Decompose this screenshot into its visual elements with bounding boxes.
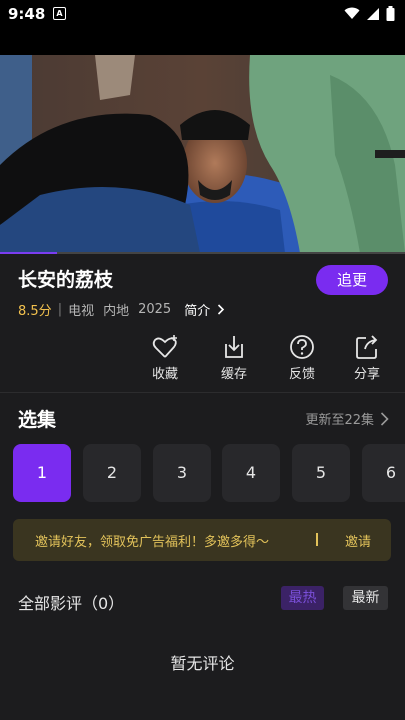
empty-reviews-text: 暂无评论 bbox=[170, 654, 235, 673]
show-meta: 8.5分 | 电视 内地 2025 简介 bbox=[18, 300, 225, 319]
favorite-button[interactable]: 收藏 bbox=[143, 334, 187, 382]
invite-banner-text: 邀请好友，领取免广告福利！多邀多得～ bbox=[35, 535, 270, 550]
show-score: 8.5分 bbox=[18, 304, 52, 319]
wifi-icon bbox=[344, 7, 360, 19]
download-icon bbox=[225, 336, 243, 358]
show-year: 2025 bbox=[138, 302, 172, 317]
episode-5-button[interactable]: 5 bbox=[292, 444, 350, 502]
section-divider bbox=[0, 392, 405, 393]
playback-progress-bar[interactable] bbox=[0, 252, 405, 254]
question-icon bbox=[290, 335, 314, 359]
show-genre: 电视 bbox=[68, 304, 95, 319]
sort-new-button[interactable]: 最新 bbox=[343, 586, 388, 610]
feedback-label: 反馈 bbox=[288, 367, 315, 382]
video-player[interactable] bbox=[0, 28, 405, 254]
share-label: 分享 bbox=[353, 367, 380, 382]
episode-1-button[interactable]: 1 bbox=[13, 444, 71, 502]
episode-3-button[interactable]: 3 bbox=[153, 444, 211, 502]
feedback-button[interactable]: 反馈 bbox=[280, 334, 324, 382]
chevron-right-icon bbox=[218, 304, 225, 315]
share-icon bbox=[356, 335, 378, 359]
action-bar: 收藏 缓存 反馈 分享 bbox=[140, 334, 400, 382]
sort-hot-button[interactable]: 最热 bbox=[281, 586, 324, 610]
download-label: 缓存 bbox=[220, 367, 247, 382]
update-info-label: 更新至22集 bbox=[305, 413, 374, 428]
signal-icon bbox=[367, 7, 379, 20]
chevron-right-icon bbox=[380, 411, 389, 426]
episode-2-button[interactable]: 2 bbox=[83, 444, 141, 502]
episode-list: 1 2 3 4 5 6 bbox=[13, 444, 405, 502]
heart-plus-icon bbox=[152, 335, 177, 358]
battery-icon bbox=[386, 6, 395, 21]
favorite-label: 收藏 bbox=[151, 367, 178, 382]
system-icons bbox=[344, 6, 395, 21]
intro-link[interactable]: 简介 bbox=[184, 300, 225, 319]
reviews-title: 全部影评（0） bbox=[18, 594, 125, 613]
status-bar: 9:48 A bbox=[0, 0, 405, 28]
status-time: 9:48 bbox=[8, 5, 46, 23]
video-still-image bbox=[0, 55, 405, 253]
episode-4-button[interactable]: 4 bbox=[222, 444, 280, 502]
download-button[interactable]: 缓存 bbox=[212, 334, 256, 382]
notification-icon: A bbox=[53, 7, 66, 20]
show-region: 内地 bbox=[103, 304, 130, 319]
episode-6-button[interactable]: 6 bbox=[362, 444, 405, 502]
show-title: 长安的荔枝 bbox=[18, 269, 114, 291]
banner-divider bbox=[316, 533, 318, 546]
share-button[interactable]: 分享 bbox=[345, 334, 389, 382]
episodes-update-link[interactable]: 更新至22集 bbox=[305, 409, 389, 428]
invite-button[interactable]: 邀请 bbox=[345, 531, 371, 550]
meta-separator: | bbox=[57, 302, 63, 317]
playback-progress-fill bbox=[0, 252, 57, 254]
invite-banner[interactable]: 邀请好友，领取免广告福利！多邀多得～ 邀请 bbox=[13, 519, 391, 561]
intro-label: 简介 bbox=[184, 304, 211, 319]
video-frame[interactable] bbox=[0, 55, 405, 253]
follow-button[interactable]: 追更 bbox=[316, 265, 388, 295]
episodes-title: 选集 bbox=[18, 409, 57, 431]
